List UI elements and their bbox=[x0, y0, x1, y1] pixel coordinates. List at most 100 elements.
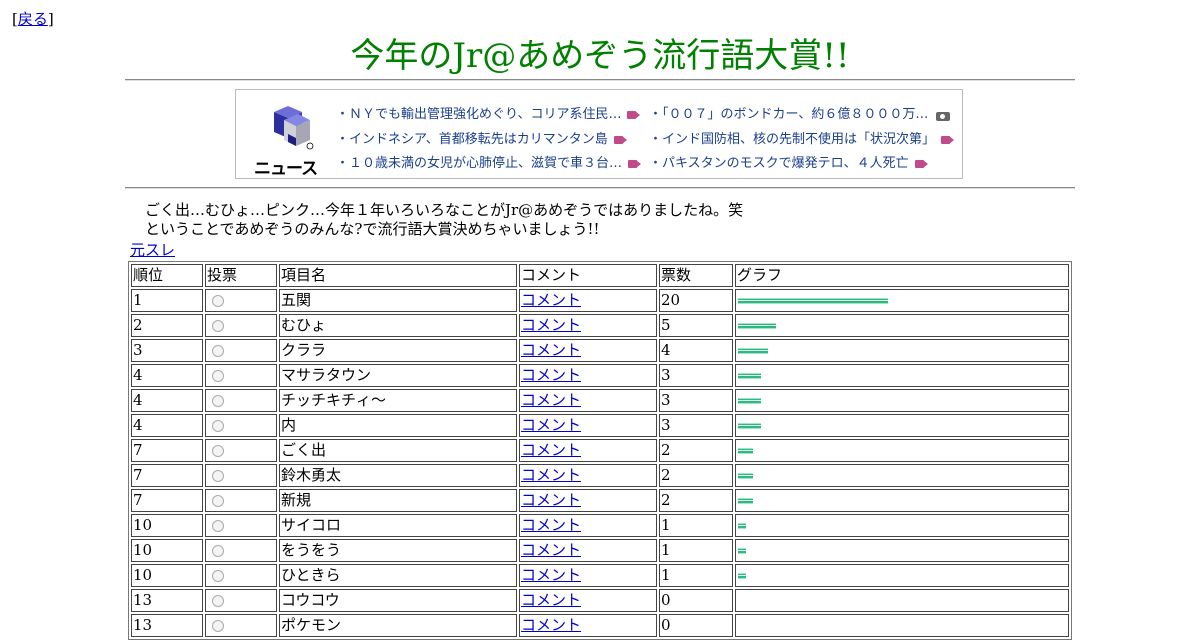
vote-radio[interactable] bbox=[212, 445, 224, 457]
comment-link[interactable]: コメント bbox=[521, 566, 581, 584]
news-item[interactable]: ・インドネシア、首都移転先はカリマンタン島 bbox=[336, 128, 646, 153]
rank-cell: 4 bbox=[131, 364, 203, 387]
comment-link[interactable]: コメント bbox=[521, 541, 581, 559]
comment-link[interactable]: コメント bbox=[521, 291, 581, 309]
vote-radio[interactable] bbox=[212, 545, 224, 557]
vote-bar bbox=[738, 322, 776, 329]
graph-cell bbox=[735, 614, 1069, 637]
rank-cell: 13 bbox=[131, 589, 203, 612]
votes-cell: 3 bbox=[659, 414, 733, 437]
vote-radio[interactable] bbox=[212, 520, 224, 532]
header-votes: 票数 bbox=[659, 264, 733, 287]
vote-radio[interactable] bbox=[212, 570, 224, 582]
votes-cell: 1 bbox=[659, 539, 733, 562]
vote-cell bbox=[205, 414, 277, 437]
vote-bar bbox=[738, 472, 753, 479]
rank-cell: 7 bbox=[131, 439, 203, 462]
comment-cell: コメント bbox=[519, 464, 657, 487]
news-item[interactable]: ・インド国防相、核の先制不使用は「状況次第」 bbox=[649, 128, 959, 153]
comment-link[interactable]: コメント bbox=[521, 441, 581, 459]
item-name-cell: マサラタウン bbox=[279, 364, 517, 387]
vote-radio[interactable] bbox=[212, 620, 224, 632]
item-name-cell: 五関 bbox=[279, 289, 517, 312]
comment-link[interactable]: コメント bbox=[521, 366, 581, 384]
news-headline: ・「００７」のボンドカー、約６億８０００万… bbox=[649, 107, 929, 122]
comment-link[interactable]: コメント bbox=[521, 616, 581, 634]
votes-cell: 1 bbox=[659, 564, 733, 587]
item-name-cell: をうをう bbox=[279, 539, 517, 562]
cube-logo-icon bbox=[274, 106, 314, 150]
news-item[interactable]: ・１０歳未満の女児が心肺停止、滋賀で車３台… bbox=[336, 152, 646, 177]
item-name-cell: チッチキチィ～ bbox=[279, 389, 517, 412]
rank-cell: 1 bbox=[131, 289, 203, 312]
table-row: 3 クララ コメント 4 bbox=[131, 339, 1069, 362]
news-item[interactable]: ・「００７」のボンドカー、約６億８０００万… bbox=[649, 103, 959, 128]
news-column-left: ・ＮＹでも輸出管理強化めぐり、コリア系住民… ・インドネシア、首都移転先はカリマ… bbox=[336, 103, 646, 177]
vote-cell bbox=[205, 614, 277, 637]
vote-radio[interactable] bbox=[212, 370, 224, 382]
comment-link[interactable]: コメント bbox=[521, 516, 581, 534]
table-header-row: 順位 投票 項目名 コメント 票数 グラフ bbox=[131, 264, 1069, 287]
vote-cell bbox=[205, 589, 277, 612]
ranking-table: 順位 投票 項目名 コメント 票数 グラフ 1 五関 コメント 20 2 むひょ コメント 5… bbox=[128, 261, 1072, 640]
comment-link[interactable]: コメント bbox=[521, 416, 581, 434]
votes-cell: 2 bbox=[659, 464, 733, 487]
table-row: 4 内コメント 3 bbox=[131, 414, 1069, 437]
camera-icon bbox=[936, 110, 951, 121]
comment-cell: コメント bbox=[519, 389, 657, 412]
vote-radio[interactable] bbox=[212, 320, 224, 332]
comment-cell: コメント bbox=[519, 414, 657, 437]
news-logo[interactable]: ニュース bbox=[250, 98, 326, 179]
graph-cell bbox=[735, 489, 1069, 512]
back-link[interactable]: 戻る bbox=[18, 10, 48, 28]
comment-cell: コメント bbox=[519, 614, 657, 637]
comment-link[interactable]: コメント bbox=[521, 491, 581, 509]
vote-radio[interactable] bbox=[212, 295, 224, 307]
vote-bar bbox=[738, 447, 753, 454]
vote-radio[interactable] bbox=[212, 470, 224, 482]
rank-cell: 10 bbox=[131, 514, 203, 537]
votes-cell: 2 bbox=[659, 489, 733, 512]
table-row: 13 コウコウ コメント 0 bbox=[131, 589, 1069, 612]
vote-radio[interactable] bbox=[212, 595, 224, 607]
table-row: 4 チッチキチィ～ コメント 3 bbox=[131, 389, 1069, 412]
comment-cell: コメント bbox=[519, 564, 657, 587]
rank-cell: 7 bbox=[131, 489, 203, 512]
graph-cell bbox=[735, 564, 1069, 587]
table-row: 10 をうをう コメント 1 bbox=[131, 539, 1069, 562]
video-icon bbox=[613, 135, 628, 145]
graph-cell bbox=[735, 289, 1069, 312]
vote-bar bbox=[738, 547, 746, 554]
news-item[interactable]: ・パキスタンのモスクで爆発テロ、４人死亡 bbox=[649, 152, 959, 177]
comment-link[interactable]: コメント bbox=[521, 341, 581, 359]
table-row: 2 むひょ コメント 5 bbox=[131, 314, 1069, 337]
vote-radio[interactable] bbox=[212, 420, 224, 432]
comment-cell: コメント bbox=[519, 439, 657, 462]
item-name-cell: むひょ bbox=[279, 314, 517, 337]
comment-cell: コメント bbox=[519, 589, 657, 612]
rank-cell: 3 bbox=[131, 339, 203, 362]
header-comment: コメント bbox=[519, 264, 657, 287]
graph-cell bbox=[735, 514, 1069, 537]
votes-cell: 20 bbox=[659, 289, 733, 312]
comment-link[interactable]: コメント bbox=[521, 591, 581, 609]
vote-bar bbox=[738, 522, 746, 529]
vote-cell bbox=[205, 514, 277, 537]
video-icon bbox=[628, 159, 642, 169]
vote-radio[interactable] bbox=[212, 395, 224, 407]
table-row: 13 ポケモン コメント 0 bbox=[131, 614, 1069, 637]
item-name-cell: クララ bbox=[279, 339, 517, 362]
graph-cell bbox=[735, 389, 1069, 412]
comment-link[interactable]: コメント bbox=[521, 466, 581, 484]
vote-radio[interactable] bbox=[212, 495, 224, 507]
original-thread-link[interactable]: 元スレ bbox=[130, 239, 175, 260]
table-row: 1 五関 コメント 20 bbox=[131, 289, 1069, 312]
news-item[interactable]: ・ＮＹでも輸出管理強化めぐり、コリア系住民… bbox=[336, 103, 646, 128]
news-logo-text: ニュース bbox=[254, 159, 318, 179]
comment-link[interactable]: コメント bbox=[521, 316, 581, 334]
page-title: 今年のJr@あめぞう流行語大賞!! bbox=[350, 36, 850, 76]
graph-cell bbox=[735, 439, 1069, 462]
item-name-cell: ポケモン bbox=[279, 614, 517, 637]
vote-radio[interactable] bbox=[212, 345, 224, 357]
comment-link[interactable]: コメント bbox=[521, 391, 581, 409]
